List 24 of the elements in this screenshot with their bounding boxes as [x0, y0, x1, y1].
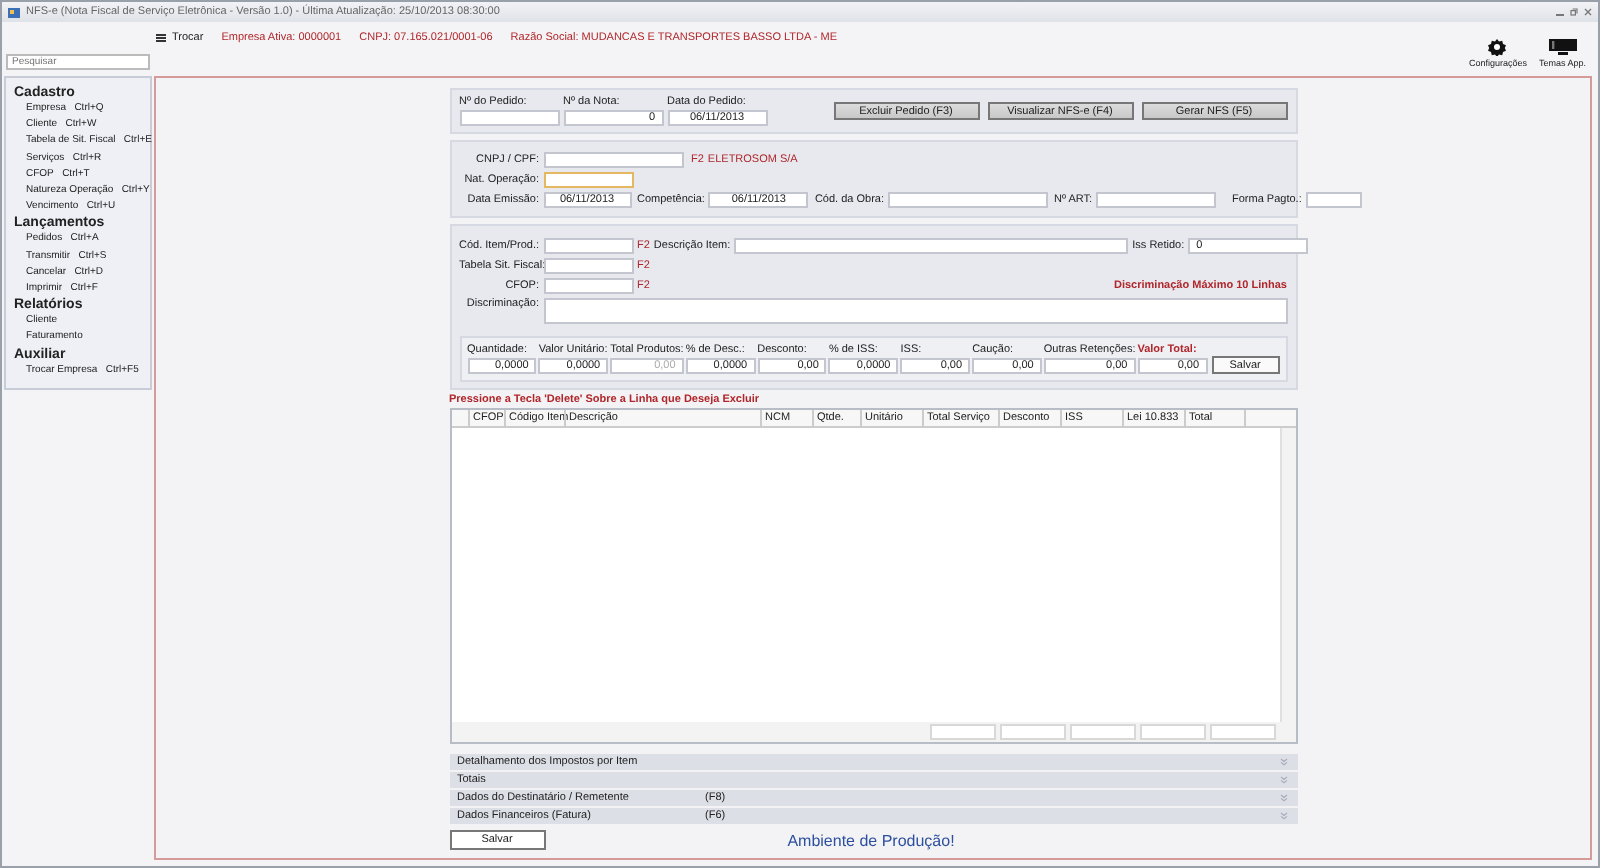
input-field[interactable]: [734, 238, 1129, 254]
chevron-icon[interactable]: [1279, 794, 1287, 802]
chevron-icon[interactable]: [1279, 776, 1287, 784]
input-field[interactable]: [543, 278, 633, 294]
text-area[interactable]: [543, 298, 1287, 324]
chevron-icon[interactable]: [1279, 758, 1287, 766]
monitor-icon: [1547, 38, 1578, 56]
input-field[interactable]: [543, 258, 633, 274]
input-field[interactable]: [459, 110, 559, 126]
restore-icon[interactable]: [1570, 8, 1578, 16]
app-icon: [8, 7, 20, 17]
input-field[interactable]: [543, 172, 633, 188]
input-field[interactable]: [543, 152, 683, 168]
environment-label: Ambiente de Produção!: [785, 831, 957, 849]
scrollbar[interactable]: [1279, 428, 1295, 722]
minimize-icon[interactable]: [1556, 8, 1564, 16]
input-field[interactable]: [1096, 192, 1217, 208]
gear-icon: [1484, 38, 1511, 56]
input-field[interactable]: [1305, 192, 1362, 208]
input-field[interactable]: [887, 192, 1048, 208]
chevron-icon[interactable]: [1279, 812, 1287, 820]
input-field[interactable]: [543, 238, 633, 254]
close-icon[interactable]: [1584, 8, 1592, 16]
list-icon[interactable]: [156, 34, 166, 42]
